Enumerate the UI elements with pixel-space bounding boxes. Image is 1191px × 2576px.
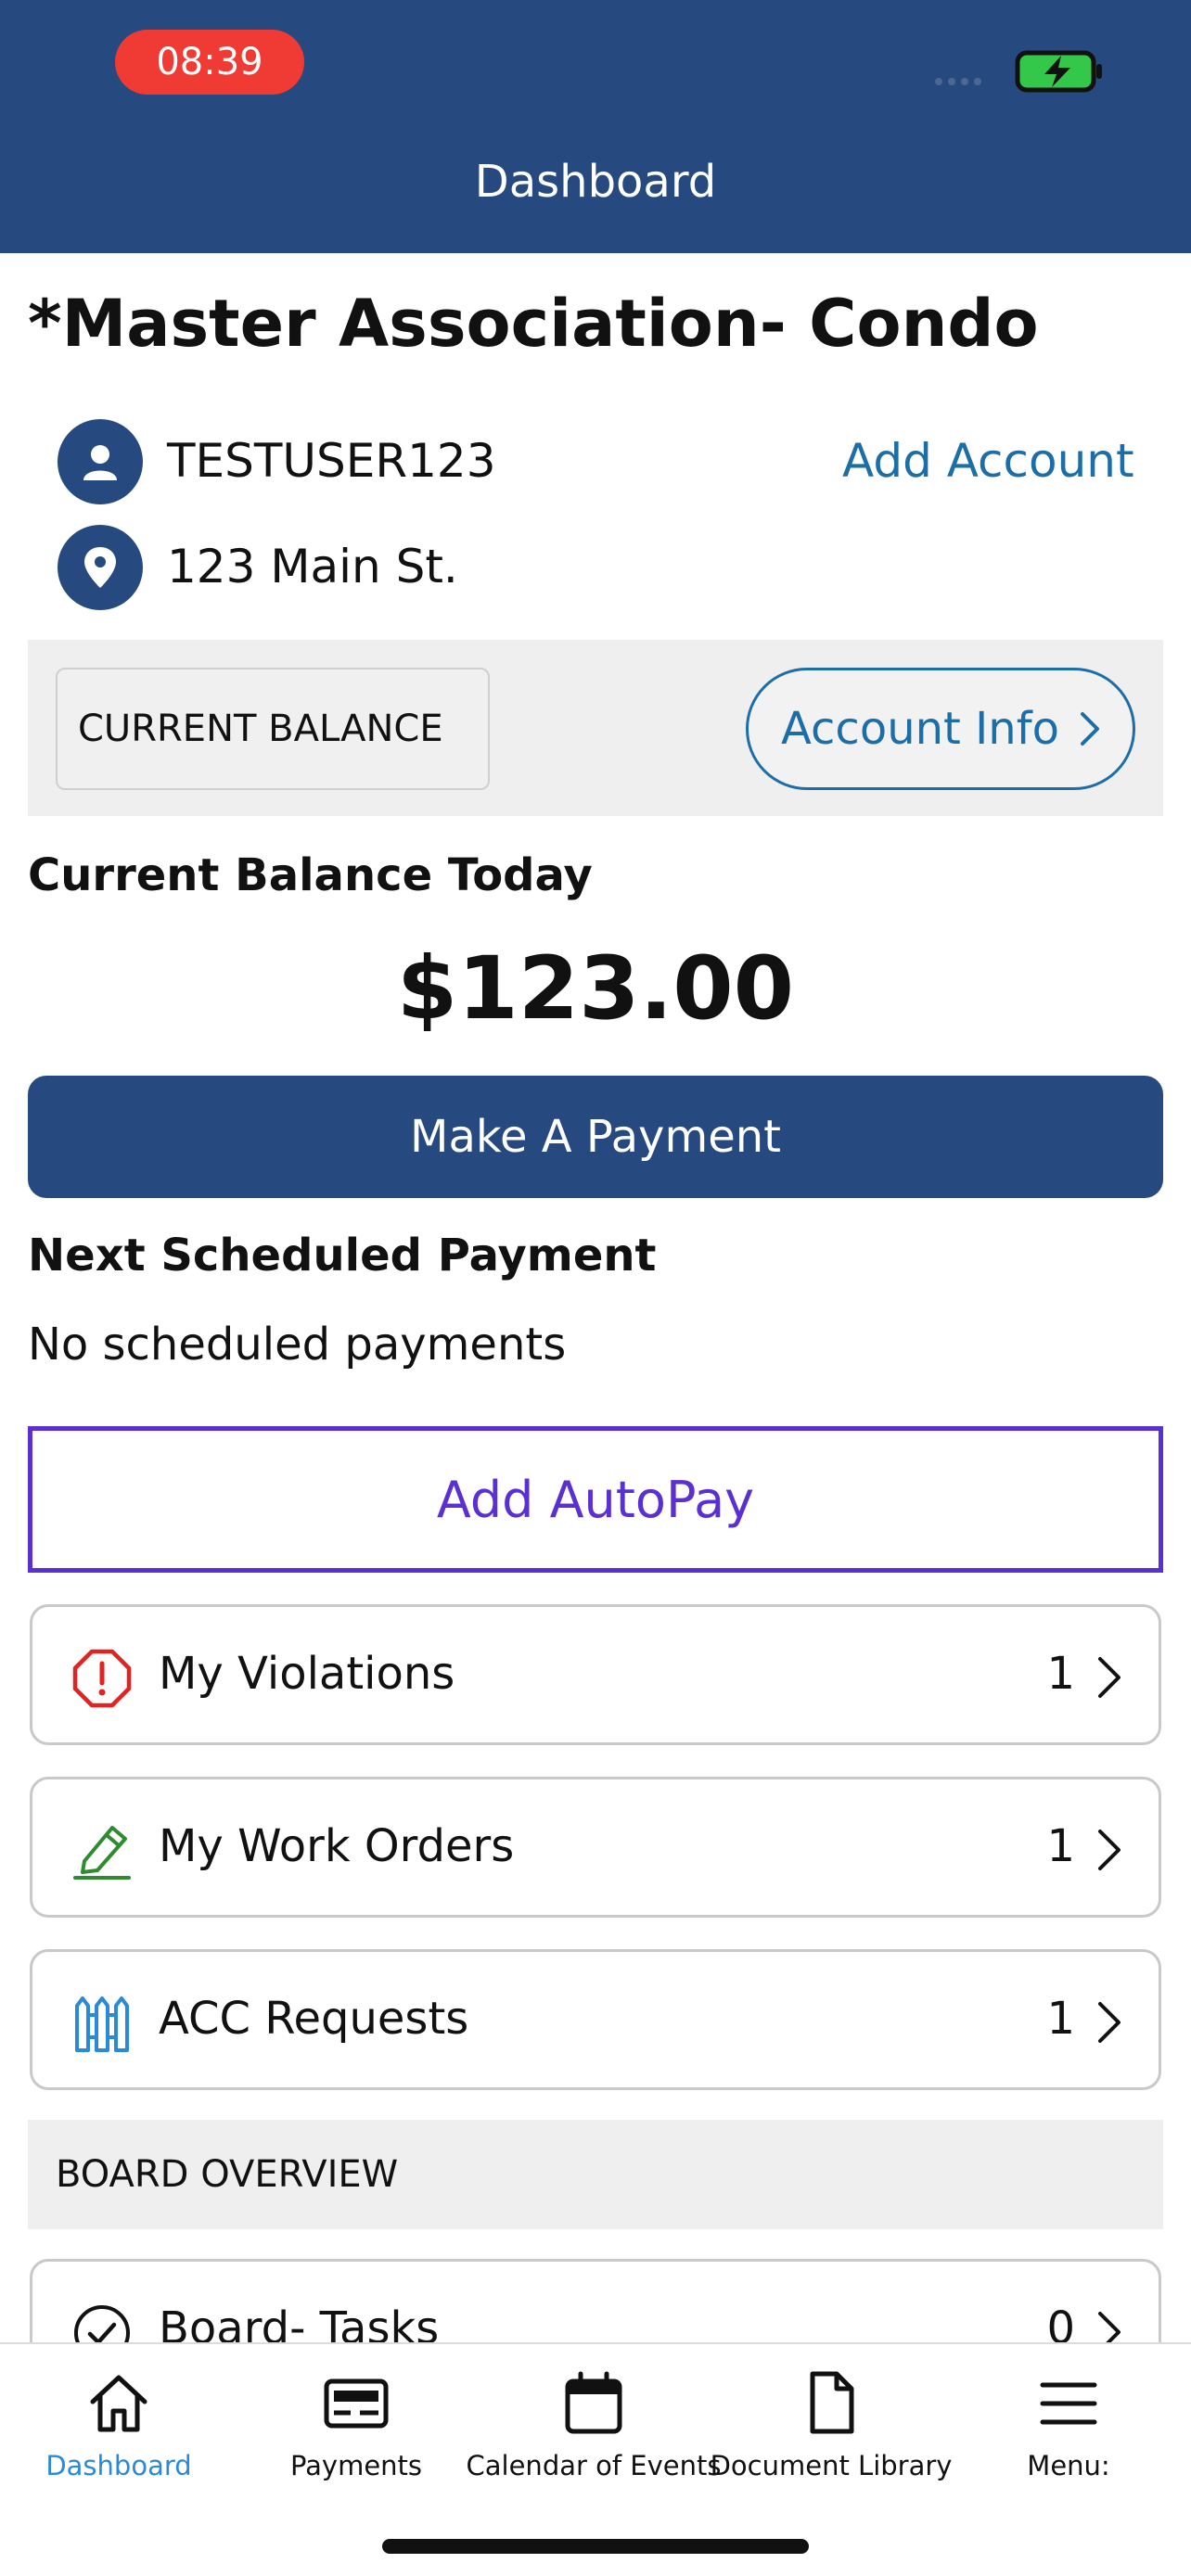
tab-document-library[interactable]: Document Library bbox=[710, 2363, 953, 2502]
add-account-link[interactable]: Add Account bbox=[842, 434, 1134, 488]
account-info-button[interactable]: Account Info bbox=[746, 668, 1135, 790]
tab-label: Menu: bbox=[1027, 2450, 1110, 2481]
list-item-count: 1 bbox=[1046, 1820, 1075, 1872]
board-overview-label: BOARD OVERVIEW bbox=[56, 2153, 399, 2196]
board-overview-header: BOARD OVERVIEW bbox=[28, 2120, 1163, 2229]
list-item-work-orders[interactable]: My Work Orders 1 bbox=[30, 1777, 1161, 1918]
chevron-right-icon bbox=[1098, 2002, 1121, 2043]
tab-calendar-of-events[interactable]: Calendar of Events bbox=[467, 2363, 722, 2502]
make-payment-button[interactable]: Make A Payment bbox=[28, 1076, 1163, 1198]
bottom-tab-bar: Dashboard Payments Calendar of Events Do… bbox=[0, 2342, 1191, 2576]
schedule-heading: Next Scheduled Payment bbox=[28, 1230, 657, 1282]
current-balance-tab[interactable]: CURRENT BALANCE bbox=[56, 668, 490, 790]
account-address: 123 Main St. bbox=[167, 540, 458, 593]
location-pin-icon bbox=[58, 525, 143, 610]
tab-label: Payments bbox=[289, 2450, 423, 2481]
account-username: TESTUSER123 bbox=[167, 434, 496, 488]
tab-label: Dashboard bbox=[45, 2450, 192, 2481]
list-item-count: 1 bbox=[1046, 1993, 1075, 2045]
tab-menu[interactable]: Menu: bbox=[950, 2363, 1187, 2502]
list-item-violations[interactable]: My Violations 1 bbox=[30, 1604, 1161, 1745]
chevron-right-icon bbox=[1080, 712, 1099, 746]
list-item-label: My Violations bbox=[159, 1648, 455, 1700]
balance-heading: Current Balance Today bbox=[28, 849, 593, 901]
tab-label: Calendar of Events bbox=[466, 2450, 722, 2481]
status-time: 08:39 bbox=[115, 30, 304, 95]
alert-octagon-icon bbox=[72, 1649, 132, 1708]
balance-amount: $123.00 bbox=[396, 938, 795, 1039]
user-icon bbox=[58, 419, 143, 504]
home-icon bbox=[90, 2375, 147, 2432]
payment-card-icon bbox=[324, 2378, 389, 2429]
balance-toolbar: CURRENT BALANCE Account Info bbox=[28, 640, 1163, 816]
chevron-right-icon bbox=[1098, 1657, 1121, 1698]
pencil-edit-icon bbox=[73, 1826, 131, 1880]
list-item-label: My Work Orders bbox=[159, 1820, 515, 1872]
signal-icon bbox=[935, 78, 981, 85]
fence-icon bbox=[75, 1996, 129, 2052]
tab-payments[interactable]: Payments bbox=[237, 2363, 475, 2502]
association-name: *Master Association- Condo bbox=[28, 286, 1039, 362]
battery-charging-icon bbox=[1015, 50, 1102, 93]
tab-dashboard[interactable]: Dashboard bbox=[0, 2363, 237, 2502]
calendar-icon bbox=[565, 2371, 622, 2434]
list-item-label: ACC Requests bbox=[159, 1993, 469, 2045]
schedule-status: No scheduled payments bbox=[28, 1319, 567, 1371]
list-item-count: 1 bbox=[1046, 1648, 1075, 1700]
menu-icon bbox=[1040, 2382, 1097, 2425]
account-info-label: Account Info bbox=[781, 703, 1059, 755]
app-header: 08:39 Dashboard bbox=[0, 0, 1191, 253]
add-autopay-button[interactable]: Add AutoPay bbox=[28, 1426, 1163, 1573]
home-indicator[interactable] bbox=[382, 2539, 809, 2554]
chevron-right-icon bbox=[1098, 1830, 1121, 1870]
tab-label: Document Library bbox=[710, 2450, 953, 2481]
list-item-acc-requests[interactable]: ACC Requests 1 bbox=[30, 1949, 1161, 2090]
page-title: Dashboard bbox=[474, 156, 717, 208]
document-icon bbox=[810, 2371, 854, 2434]
